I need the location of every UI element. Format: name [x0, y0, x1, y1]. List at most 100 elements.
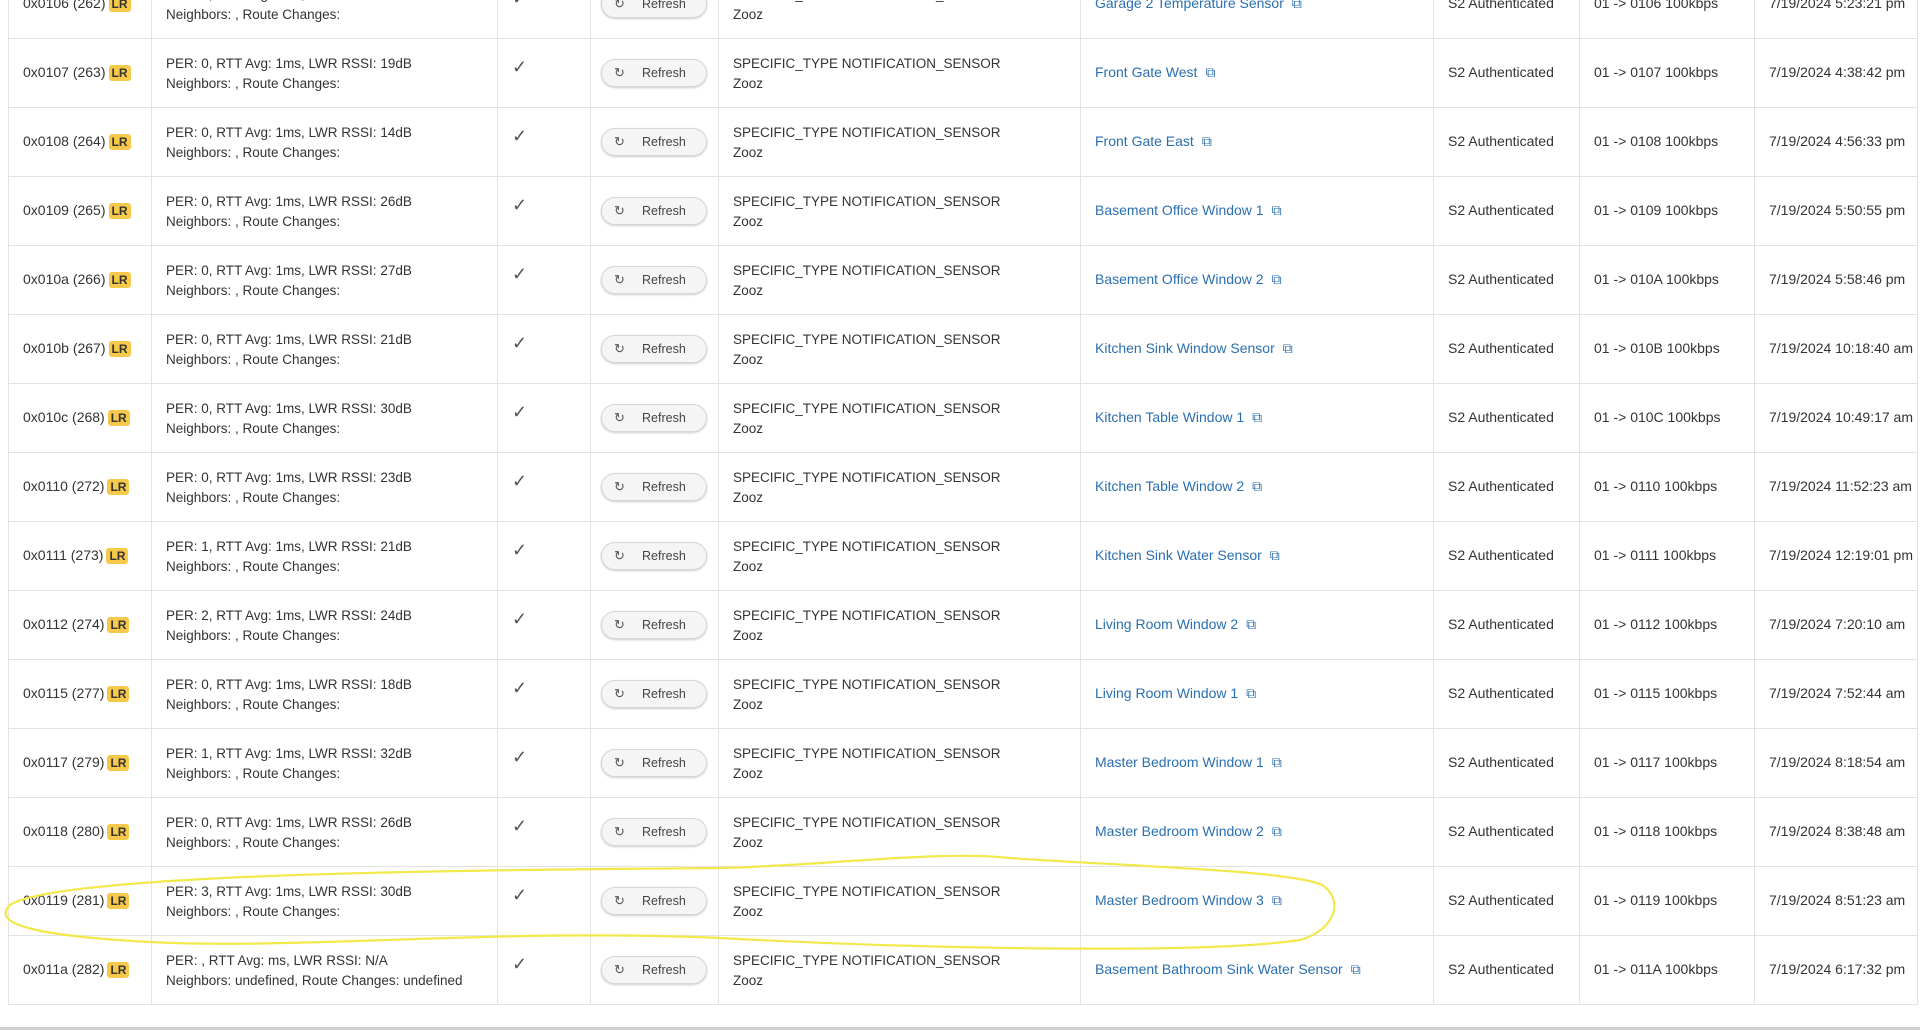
device-link[interactable]: Master Bedroom Window 2 ⧉ — [1095, 823, 1282, 840]
refresh-button[interactable]: ↻ Refresh — [601, 197, 707, 225]
device-name[interactable]: Kitchen Sink Water Sensor — [1095, 547, 1262, 563]
device-name[interactable]: Living Room Window 1 — [1095, 685, 1238, 701]
device-name[interactable]: Basement Office Window 2 — [1095, 271, 1264, 287]
last-seen: 7/19/2024 4:38:42 pm — [1769, 64, 1906, 80]
external-link-icon[interactable]: ⧉ — [1252, 409, 1262, 426]
device-link[interactable]: Master Bedroom Window 1 ⧉ — [1095, 754, 1282, 771]
last-seen-cell: 7/19/2024 12:19:01 pm — [1755, 522, 1918, 590]
device-name[interactable]: Garage 2 Temperature Sensor — [1095, 0, 1284, 11]
external-link-icon[interactable]: ⧉ — [1205, 64, 1215, 81]
device-name[interactable]: Master Bedroom Window 2 — [1095, 823, 1264, 839]
security-text: S2 Authenticated — [1448, 340, 1554, 356]
refresh-icon: ↻ — [614, 410, 625, 425]
action-cell: ↻ Refresh — [591, 522, 719, 590]
device-link[interactable]: Basement Office Window 1 ⧉ — [1095, 202, 1282, 219]
device-link[interactable]: Living Room Window 1 ⧉ — [1095, 685, 1256, 702]
statistics-cell: PER: 2, RTT Avg: 1ms, LWR RSSI: 24dB Neig… — [152, 591, 498, 659]
refresh-button[interactable]: ↻ Refresh — [601, 0, 707, 18]
refresh-button[interactable]: ↻ Refresh — [601, 542, 707, 570]
external-link-icon[interactable]: ⧉ — [1246, 616, 1256, 633]
device-name[interactable]: Kitchen Table Window 1 — [1095, 409, 1244, 425]
external-link-icon[interactable]: ⧉ — [1283, 340, 1293, 357]
external-link-icon[interactable]: ⧉ — [1272, 892, 1282, 909]
device-name[interactable]: Front Gate West — [1095, 64, 1197, 80]
device-link[interactable]: Basement Office Window 2 ⧉ — [1095, 271, 1282, 288]
refresh-button[interactable]: ↻ Refresh — [601, 404, 707, 432]
refresh-button[interactable]: ↻ Refresh — [601, 818, 707, 846]
device-name[interactable]: Kitchen Sink Window Sensor — [1095, 340, 1275, 356]
external-link-icon[interactable]: ⧉ — [1202, 133, 1212, 150]
external-link-icon[interactable]: ⧉ — [1272, 202, 1282, 219]
external-link-icon[interactable]: ⧉ — [1270, 547, 1280, 564]
device-link[interactable]: Garage 2 Temperature Sensor ⧉ — [1095, 0, 1302, 12]
table-row: 0x0107 (263) LR PER: 0, RTT Avg: 1ms, LWR … — [8, 39, 1918, 108]
device-link[interactable]: Kitchen Sink Water Sensor ⧉ — [1095, 547, 1280, 564]
node-id: 0x0107 (263) — [23, 64, 106, 80]
node-id-cell: 0x0118 (280) LR — [8, 798, 152, 866]
device-link[interactable]: Basement Bathroom Sink Water Sensor ⧉ — [1095, 961, 1361, 978]
refresh-button[interactable]: ↻ Refresh — [601, 956, 707, 984]
security-text: S2 Authenticated — [1448, 961, 1554, 977]
external-link-icon[interactable]: ⧉ — [1272, 754, 1282, 771]
route-cell: 01 -> 0112 100kbps — [1580, 591, 1755, 659]
node-id-cell: 0x010b (267) LR — [8, 315, 152, 383]
check-icon: ✓ — [512, 402, 528, 422]
node-id-cell: 0x0106 (262) LR — [8, 0, 152, 38]
refresh-button[interactable]: ↻ Refresh — [601, 59, 707, 87]
security-cell: S2 Authenticated — [1434, 108, 1580, 176]
refresh-button[interactable]: ↻ Refresh — [601, 266, 707, 294]
refresh-icon: ↻ — [614, 617, 625, 632]
stats-text: PER: 0, RTT Avg: 1ms, LWR RSSI: 21dB — [166, 332, 412, 347]
node-id-cell: 0x0117 (279) LR — [8, 729, 152, 797]
node-id-cell: 0x0110 (272) LR — [8, 453, 152, 521]
device-name[interactable]: Master Bedroom Window 3 — [1095, 892, 1264, 908]
refresh-icon: ↻ — [614, 134, 625, 149]
last-seen-cell: 7/19/2024 11:52:23 am — [1755, 453, 1918, 521]
device-name[interactable]: Basement Office Window 1 — [1095, 202, 1264, 218]
check-icon: ✓ — [512, 471, 528, 491]
device-name[interactable]: Master Bedroom Window 1 — [1095, 754, 1264, 770]
device-link[interactable]: Master Bedroom Window 3 ⧉ — [1095, 892, 1282, 909]
neighbors-text: Neighbors: , Route Changes: — [166, 7, 341, 22]
device-name[interactable]: Basement Bathroom Sink Water Sensor — [1095, 961, 1343, 977]
route-cell: 01 -> 011A 100kbps — [1580, 936, 1755, 1004]
route-text: 01 -> 010C 100kbps — [1594, 409, 1721, 425]
lr-badge: LR — [107, 824, 130, 840]
node-id-cell: 0x0119 (281) LR — [8, 867, 152, 935]
refresh-button[interactable]: ↻ Refresh — [601, 128, 707, 156]
external-link-icon[interactable]: ⧉ — [1272, 271, 1282, 288]
security-text: S2 Authenticated — [1448, 892, 1554, 908]
refresh-button[interactable]: ↻ Refresh — [601, 887, 707, 915]
external-link-icon[interactable]: ⧉ — [1292, 0, 1302, 12]
check-icon: ✓ — [512, 0, 527, 9]
device-link[interactable]: Kitchen Table Window 1 ⧉ — [1095, 409, 1262, 426]
refresh-button[interactable]: ↻ Refresh — [601, 749, 707, 777]
node-id: 0x0117 (279) — [23, 754, 105, 770]
last-seen-cell: 7/19/2024 5:58:46 pm — [1755, 246, 1918, 314]
device-link[interactable]: Front Gate West ⧉ — [1095, 64, 1215, 81]
device-link[interactable]: Living Room Window 2 ⧉ — [1095, 616, 1256, 633]
stats-text: PER: 0, RTT Avg: 1ms, LWR RSSI: 26dB — [166, 815, 412, 830]
device-type-cell: SPECIFIC_TYPE NOTIFICATION_SENSOR Zooz — [719, 798, 1081, 866]
device-link[interactable]: Kitchen Sink Window Sensor ⧉ — [1095, 340, 1293, 357]
refresh-button[interactable]: ↻ Refresh — [601, 611, 707, 639]
external-link-icon[interactable]: ⧉ — [1252, 478, 1262, 495]
external-link-icon[interactable]: ⧉ — [1351, 961, 1361, 978]
security-cell: S2 Authenticated — [1434, 522, 1580, 590]
device-link[interactable]: Front Gate East ⧉ — [1095, 133, 1212, 150]
external-link-icon[interactable]: ⧉ — [1272, 823, 1282, 840]
device-name[interactable]: Living Room Window 2 — [1095, 616, 1238, 632]
device-type: SPECIFIC_TYPE NOTIFICATION_SENSOR — [733, 194, 1001, 209]
stats-text: PER: , RTT Avg: ms, LWR RSSI: N/A — [166, 953, 388, 968]
neighbors-text: Neighbors: , Route Changes: — [166, 352, 341, 367]
refresh-button[interactable]: ↻ Refresh — [601, 473, 707, 501]
refresh-button[interactable]: ↻ Refresh — [601, 680, 707, 708]
external-link-icon[interactable]: ⧉ — [1246, 685, 1256, 702]
device-link[interactable]: Kitchen Table Window 2 ⧉ — [1095, 478, 1262, 495]
device-name[interactable]: Front Gate East — [1095, 133, 1194, 149]
refresh-button[interactable]: ↻ Refresh — [601, 335, 707, 363]
manufacturer: Zooz — [733, 490, 764, 505]
device-type-cell: SPECIFIC_TYPE NOTIFICATION_SENSOR Zooz — [719, 660, 1081, 728]
device-name[interactable]: Kitchen Table Window 2 — [1095, 478, 1244, 494]
stats-text: PER: 0, RTT Avg: 1ms, LWR RSSI: 19dB — [166, 56, 412, 71]
